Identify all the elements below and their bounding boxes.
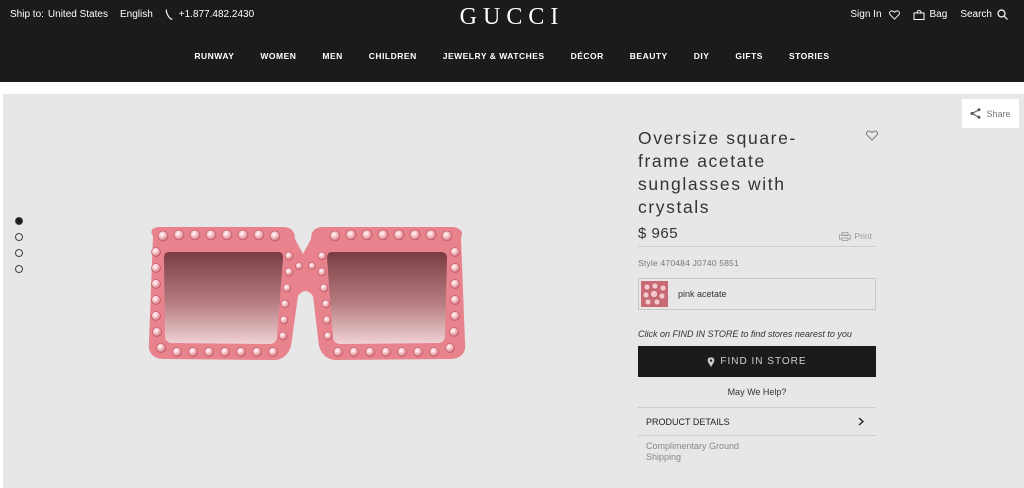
nav-item-women[interactable]: WOMEN	[247, 51, 309, 61]
printer-icon	[838, 231, 851, 241]
shipping-note: Complimentary Ground Shipping	[646, 441, 740, 462]
gallery-pagination	[15, 217, 23, 273]
gallery-dot[interactable]	[15, 265, 23, 273]
nav-item-men[interactable]: MEN	[309, 51, 355, 61]
nav-item-decor[interactable]: DÉCOR	[558, 51, 617, 61]
nav-item-gifts[interactable]: GIFTS	[722, 51, 776, 61]
share-icon	[970, 108, 981, 119]
help-link[interactable]: May We Help?	[638, 387, 876, 397]
find-in-store-button[interactable]: FIND IN STORE	[638, 346, 876, 377]
nav-item-diy[interactable]: DIY	[681, 51, 723, 61]
site-header: Ship to: United States English +1.877.48…	[0, 0, 1024, 82]
share-label: Share	[986, 108, 1011, 119]
gallery-dot[interactable]	[15, 233, 23, 241]
utility-bar-right: Sign In Bag Search	[850, 9, 1008, 20]
style-number: Style 470484 J0740 5851	[638, 258, 740, 268]
find-in-store-label: FIND IN STORE	[720, 356, 807, 367]
swatch-label: pink acetate	[678, 289, 727, 299]
product-details-label: PRODUCT DETAILS	[646, 416, 730, 427]
search-link[interactable]: Search	[960, 9, 1008, 20]
nav-item-jewelry-watches[interactable]: JEWELRY & WATCHES	[430, 51, 558, 61]
heart-icon[interactable]	[866, 130, 878, 141]
bag-link[interactable]: Bag	[913, 9, 948, 20]
bag-label: Bag	[929, 9, 948, 20]
search-label: Search	[960, 9, 992, 20]
price-row: $ 965 Print	[638, 225, 876, 247]
bag-icon	[913, 9, 925, 20]
gallery-dot[interactable]	[15, 217, 23, 225]
chevron-right-icon	[858, 417, 864, 426]
product-details-toggle[interactable]: PRODUCT DETAILS	[638, 407, 876, 436]
color-swatch[interactable]: pink acetate	[638, 278, 876, 310]
product-section: Share Oversize square-frame acetate sung…	[3, 94, 1024, 488]
swatch-thumbnail	[641, 281, 668, 307]
find-in-store-hint: Click on FIND IN STORE to find stores ne…	[638, 329, 852, 339]
sign-in-link[interactable]: Sign In	[850, 9, 881, 20]
nav-item-beauty[interactable]: BEAUTY	[617, 51, 681, 61]
share-button[interactable]: Share	[962, 99, 1019, 128]
product-info: Oversize square-frame acetate sunglasses…	[638, 127, 878, 463]
heart-icon[interactable]	[888, 9, 900, 20]
nav-item-children[interactable]: CHILDREN	[356, 51, 430, 61]
nav-item-runway[interactable]: RUNWAY	[181, 51, 247, 61]
print-label: Print	[854, 231, 872, 241]
map-pin-icon	[708, 356, 715, 367]
search-icon	[997, 9, 1008, 20]
product-price: $ 965	[638, 225, 679, 242]
product-image[interactable]	[143, 224, 468, 369]
print-button[interactable]: Print	[838, 231, 872, 241]
gallery-dot[interactable]	[15, 249, 23, 257]
nav-item-stories[interactable]: STORIES	[776, 51, 843, 61]
product-title: Oversize square-frame acetate sunglasses…	[638, 128, 797, 217]
main-nav: RUNWAY WOMEN MEN CHILDREN JEWELRY & WATC…	[0, 51, 1024, 61]
